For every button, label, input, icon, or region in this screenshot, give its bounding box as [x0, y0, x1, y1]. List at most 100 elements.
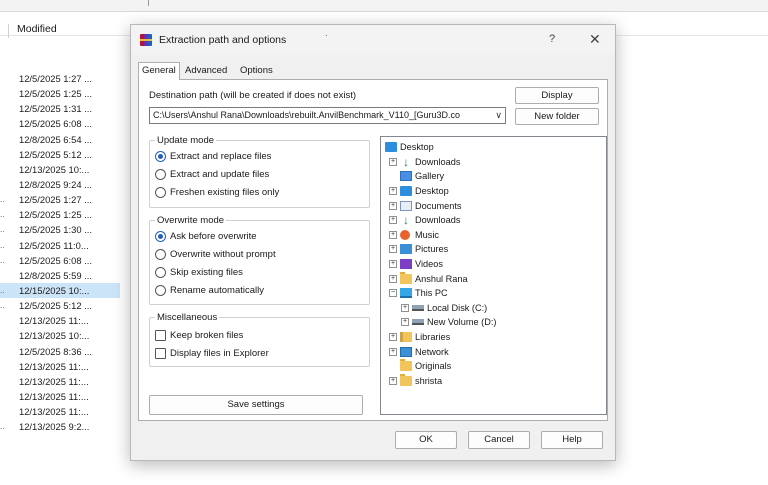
tree-item[interactable]: + Desktop: [389, 184, 449, 199]
tree-item[interactable]: − This PC: [389, 286, 448, 301]
expand-icon[interactable]: +: [389, 333, 397, 342]
display-button[interactable]: Display: [515, 87, 599, 104]
radio-icon[interactable]: [155, 231, 166, 242]
tree-item[interactable]: + Network: [389, 344, 449, 359]
destination-path-input[interactable]: C:\Users\Anshul Rana\Downloads\rebuilt.A…: [149, 107, 506, 124]
tab-general[interactable]: General: [138, 62, 180, 80]
modified-date: 12/13/2025 10:...: [19, 163, 90, 175]
file-row[interactable]: .. 12/5/2025 1:25 ...: [0, 207, 120, 222]
save-settings-button[interactable]: Save settings: [149, 395, 363, 415]
tree-item[interactable]: + Music: [389, 228, 439, 243]
file-row[interactable]: .. 12/5/2025 1:27 ...: [0, 192, 120, 207]
expand-icon[interactable]: +: [389, 376, 397, 385]
expand-icon[interactable]: +: [401, 303, 409, 312]
radio-ask-before-overwrite[interactable]: Ask before overwrite: [155, 231, 257, 242]
file-row[interactable]: .. 12/13/2025 9:2...: [0, 419, 120, 434]
file-row[interactable]: 12/13/2025 11:...: [0, 374, 120, 389]
file-row[interactable]: 12/8/2025 9:24 ...: [0, 177, 120, 192]
cancel-button[interactable]: Cancel: [468, 431, 530, 449]
radio-icon[interactable]: [155, 151, 166, 162]
radio-extract-replace[interactable]: Extract and replace files: [155, 151, 271, 162]
folder-tree[interactable]: Desktop + ↓ Downloads Gallery + Desktop + Docume…: [380, 136, 607, 415]
title-bar[interactable]: Extraction path and options · ? ✕: [131, 25, 615, 55]
file-row[interactable]: 12/5/2025 1:27 ...: [0, 71, 120, 86]
tree-item[interactable]: + Anshul Rana: [389, 271, 468, 286]
tree-item-label: shrista: [415, 375, 443, 386]
top-strip: [0, 0, 768, 12]
file-row[interactable]: 12/8/2025 5:59 ...: [0, 268, 120, 283]
expand-icon[interactable]: +: [389, 157, 397, 166]
radio-freshen-existing[interactable]: Freshen existing files only: [155, 187, 279, 198]
column-header-modified[interactable]: Modified: [17, 23, 57, 35]
expand-icon[interactable]: +: [389, 187, 397, 196]
collapse-icon[interactable]: −: [389, 289, 397, 298]
resize-tick: [148, 0, 149, 6]
file-row[interactable]: 12/13/2025 11:...: [0, 313, 120, 328]
tree-item[interactable]: + Documents: [389, 198, 461, 213]
file-row[interactable]: 12/13/2025 11:...: [0, 389, 120, 404]
expand-icon[interactable]: +: [389, 230, 397, 239]
expand-icon[interactable]: +: [389, 201, 397, 210]
file-row[interactable]: .. 12/15/2025 10:...: [0, 282, 120, 299]
tree-item[interactable]: + shrista: [389, 373, 443, 389]
tree-item[interactable]: Originals: [389, 359, 451, 374]
checkbox-icon[interactable]: [155, 330, 166, 341]
column-divider[interactable]: [8, 24, 9, 38]
expand-icon[interactable]: +: [389, 245, 397, 254]
tree-item[interactable]: + ↓ Downloads: [389, 155, 460, 170]
expand-icon[interactable]: +: [389, 347, 397, 356]
help-button[interactable]: Help: [541, 431, 603, 449]
expand-icon[interactable]: +: [401, 318, 409, 327]
radio-overwrite-without-prompt[interactable]: Overwrite without prompt: [155, 249, 276, 260]
tree-item[interactable]: + Local Disk (C:): [401, 301, 487, 316]
close-icon[interactable]: ✕: [589, 31, 601, 48]
file-row[interactable]: 12/13/2025 10:...: [0, 162, 120, 177]
file-row[interactable]: 12/5/2025 1:25 ...: [0, 86, 120, 101]
tree-item[interactable]: Gallery: [389, 169, 444, 184]
file-row[interactable]: 12/8/2025 6:54 ...: [0, 132, 120, 147]
chevron-down-icon[interactable]: ∨: [495, 108, 502, 123]
expand-icon[interactable]: +: [389, 260, 397, 269]
file-row[interactable]: 12/5/2025 6:08 ...: [0, 116, 120, 131]
file-row[interactable]: .. 12/5/2025 6:08 ...: [0, 253, 120, 268]
overwrite-mode-group: Overwrite mode Ask before overwrite Over…: [149, 215, 370, 305]
checkbox-keep-broken[interactable]: Keep broken files: [155, 330, 243, 341]
file-row[interactable]: 12/13/2025 11:...: [0, 359, 120, 374]
tree-item[interactable]: + Pictures: [389, 242, 448, 257]
radio-extract-update[interactable]: Extract and update files: [155, 169, 269, 180]
title-dot: ·: [325, 31, 328, 40]
radio-icon[interactable]: [155, 169, 166, 180]
radio-icon[interactable]: [155, 285, 166, 296]
expand-icon[interactable]: +: [389, 274, 397, 283]
tree-item[interactable]: Desktop: [385, 140, 434, 155]
modified-date: 12/5/2025 1:30 ...: [19, 224, 92, 236]
tree-item[interactable]: + Videos: [389, 257, 443, 272]
radio-skip-existing[interactable]: Skip existing files: [155, 267, 243, 278]
desktop-icon: [385, 142, 397, 153]
music-icon: [400, 229, 410, 240]
file-row[interactable]: .. 12/5/2025 11:0...: [0, 238, 120, 253]
ok-button[interactable]: OK: [395, 431, 457, 449]
checkbox-display-in-explorer[interactable]: Display files in Explorer: [155, 348, 269, 359]
file-row[interactable]: .. 12/5/2025 1:30 ...: [0, 222, 120, 237]
tab-advanced[interactable]: Advanced: [182, 63, 230, 79]
file-row[interactable]: .. 12/5/2025 5:12 ...: [0, 298, 120, 313]
radio-rename-automatically[interactable]: Rename automatically: [155, 285, 264, 296]
radio-icon[interactable]: [155, 267, 166, 278]
file-row[interactable]: 12/13/2025 11:...: [0, 404, 120, 419]
file-row[interactable]: 12/5/2025 1:31 ...: [0, 101, 120, 116]
tab-options[interactable]: Options: [237, 63, 276, 79]
tree-item[interactable]: + Libraries: [389, 330, 450, 345]
tree-item-label: Videos: [415, 259, 443, 270]
help-icon[interactable]: ?: [549, 33, 555, 45]
tree-item[interactable]: + ↓ Downloads: [389, 213, 460, 228]
file-row[interactable]: 12/5/2025 8:36 ...: [0, 344, 120, 359]
expand-icon[interactable]: +: [389, 216, 397, 225]
radio-icon[interactable]: [155, 187, 166, 198]
new-folder-button[interactable]: New folder: [515, 108, 599, 125]
tree-item[interactable]: + New Volume (D:): [401, 315, 496, 330]
radio-icon[interactable]: [155, 249, 166, 260]
checkbox-icon[interactable]: [155, 348, 166, 359]
file-row[interactable]: 12/13/2025 10:...: [0, 328, 120, 343]
file-row[interactable]: 12/5/2025 5:12 ...: [0, 147, 120, 162]
